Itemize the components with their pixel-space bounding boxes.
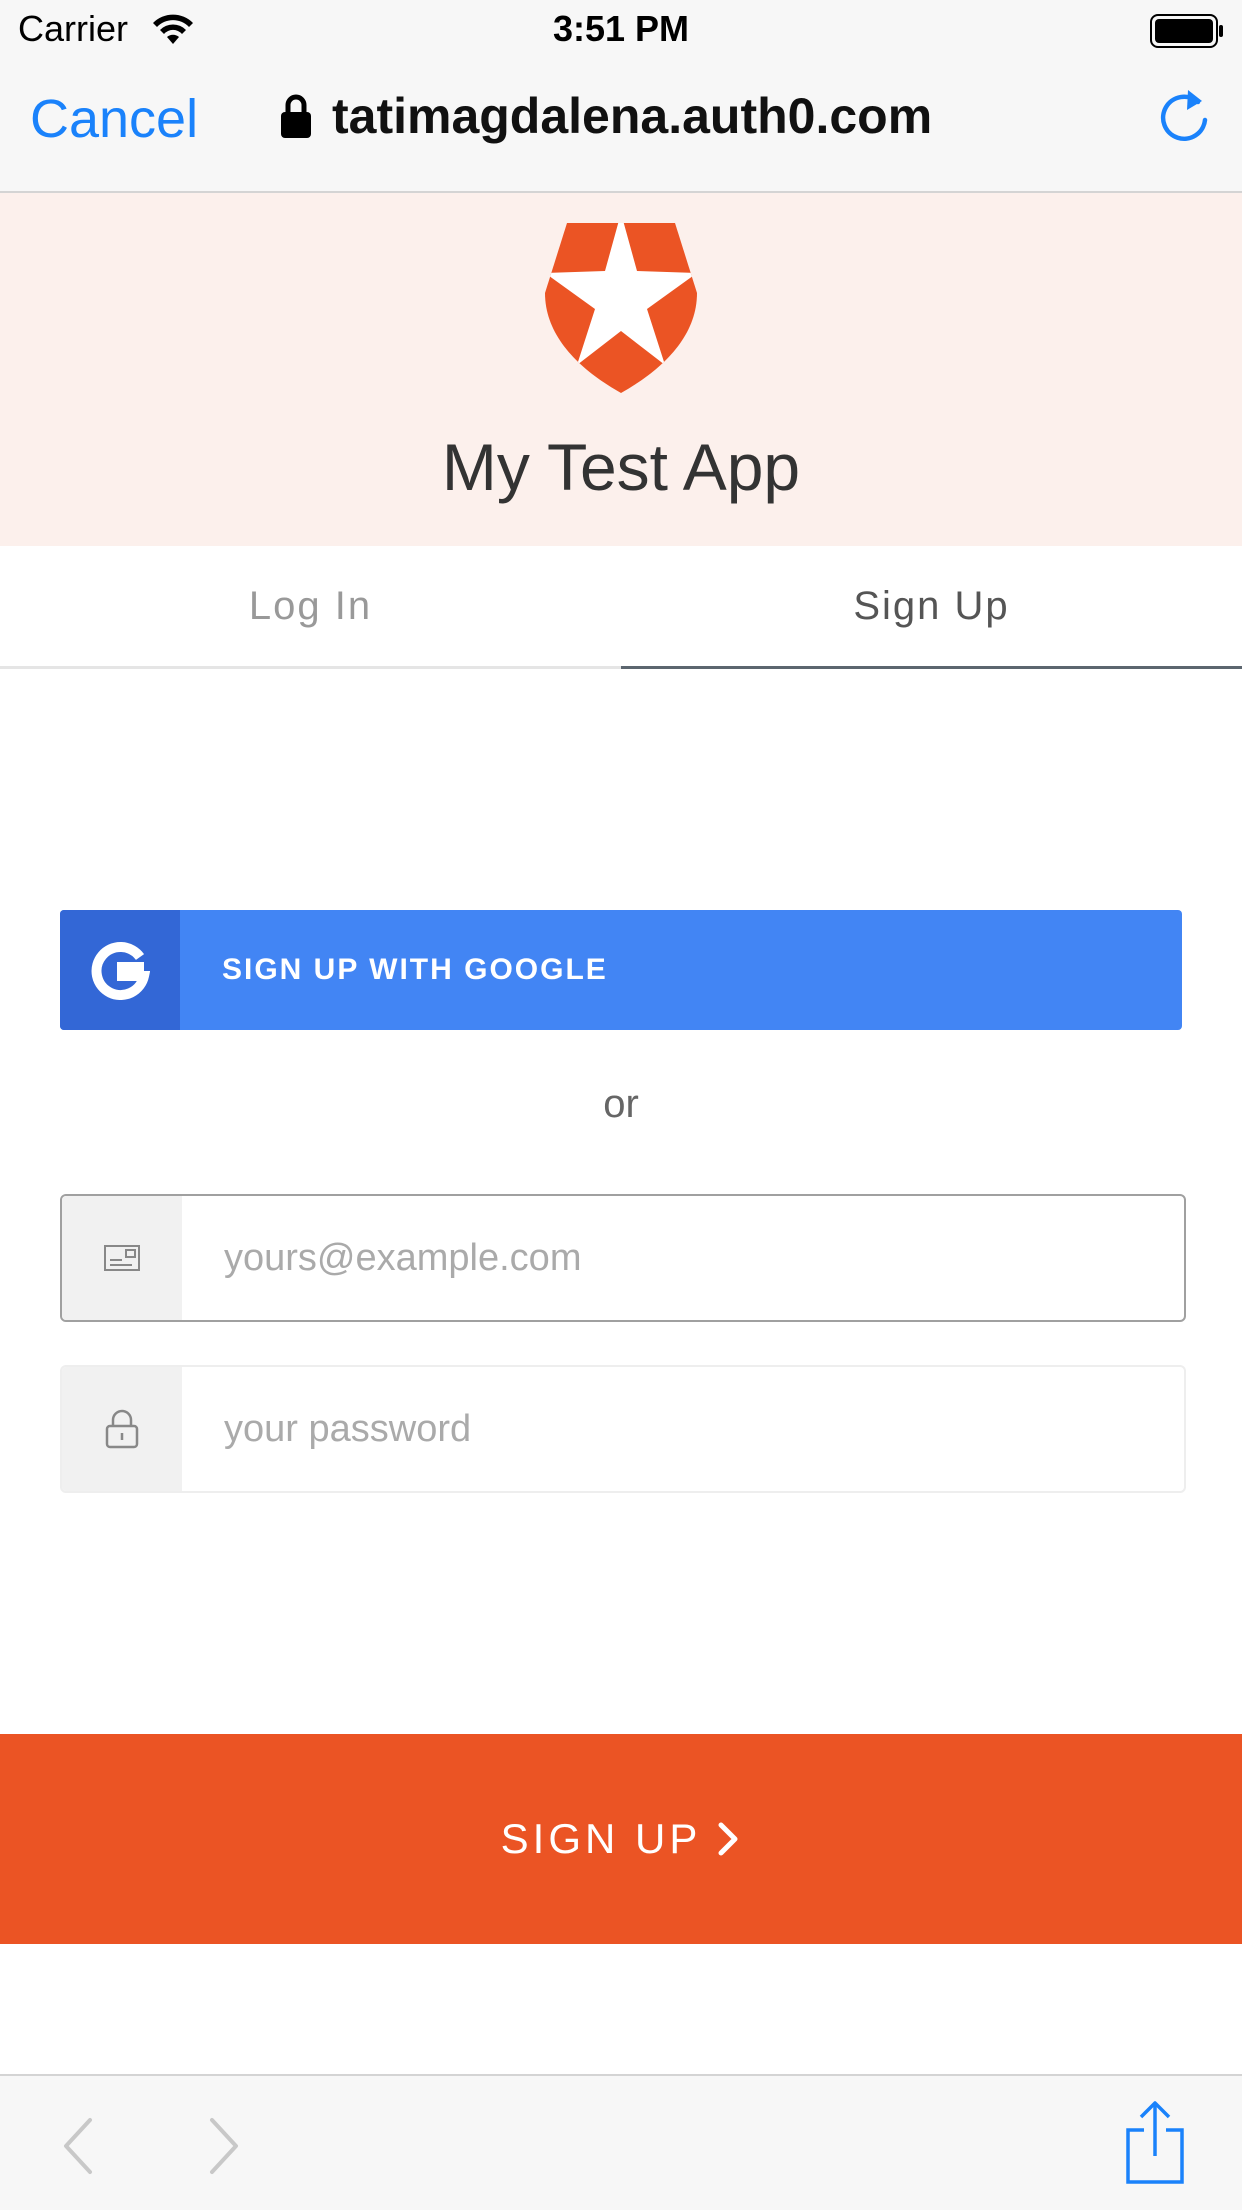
- reload-icon[interactable]: [1154, 84, 1214, 148]
- sign-up-submit-button[interactable]: SIGN UP: [0, 1734, 1242, 1944]
- status-time: 3:51 PM: [552, 8, 690, 49]
- sign-up-submit-content: SIGN UP: [0, 1734, 1242, 1944]
- browser-toolbar: [0, 2074, 1242, 2210]
- lock-header: My Test App: [0, 193, 1242, 546]
- share-icon[interactable]: [1124, 2100, 1186, 2186]
- browser-nav-bar: Cancel tatimagdalena.auth0.com: [0, 60, 1242, 193]
- battery-icon: [1150, 14, 1223, 48]
- tab-sign-up[interactable]: Sign Up: [621, 546, 1242, 669]
- sign-up-submit-label: SIGN UP: [500, 1815, 702, 1862]
- auth-tabs: Log In Sign Up: [0, 546, 1242, 669]
- email-icon-box: [62, 1196, 182, 1320]
- google-signup-button[interactable]: SIGN UP WITH GOOGLE: [60, 910, 1182, 1030]
- url-text: tatimagdalena.auth0.com: [332, 88, 933, 144]
- back-icon[interactable]: [58, 2116, 98, 2176]
- password-field: [60, 1365, 1186, 1493]
- password-icon-box: [62, 1367, 182, 1491]
- email-input[interactable]: [224, 1196, 1164, 1320]
- address-bar[interactable]: tatimagdalena.auth0.com: [280, 86, 932, 146]
- google-icon-box: [60, 910, 180, 1030]
- email-field: [60, 1194, 1186, 1322]
- status-bar: Carrier 3:51 PM: [0, 0, 1242, 60]
- email-icon: [104, 1245, 140, 1271]
- google-signup-label: SIGN UP WITH GOOGLE: [222, 953, 608, 986]
- forward-icon[interactable]: [204, 2116, 244, 2176]
- cancel-button[interactable]: Cancel: [30, 88, 198, 150]
- lock-icon: [281, 94, 311, 138]
- password-lock-icon: [105, 1409, 139, 1449]
- app-title: My Test App: [441, 430, 801, 504]
- or-divider: or: [603, 1082, 639, 1126]
- auth0-logo: [545, 223, 697, 393]
- google-icon: [91, 942, 150, 1000]
- tab-log-in[interactable]: Log In: [0, 546, 621, 669]
- chevron-right-icon: [718, 1822, 738, 1856]
- password-input[interactable]: [224, 1367, 1164, 1491]
